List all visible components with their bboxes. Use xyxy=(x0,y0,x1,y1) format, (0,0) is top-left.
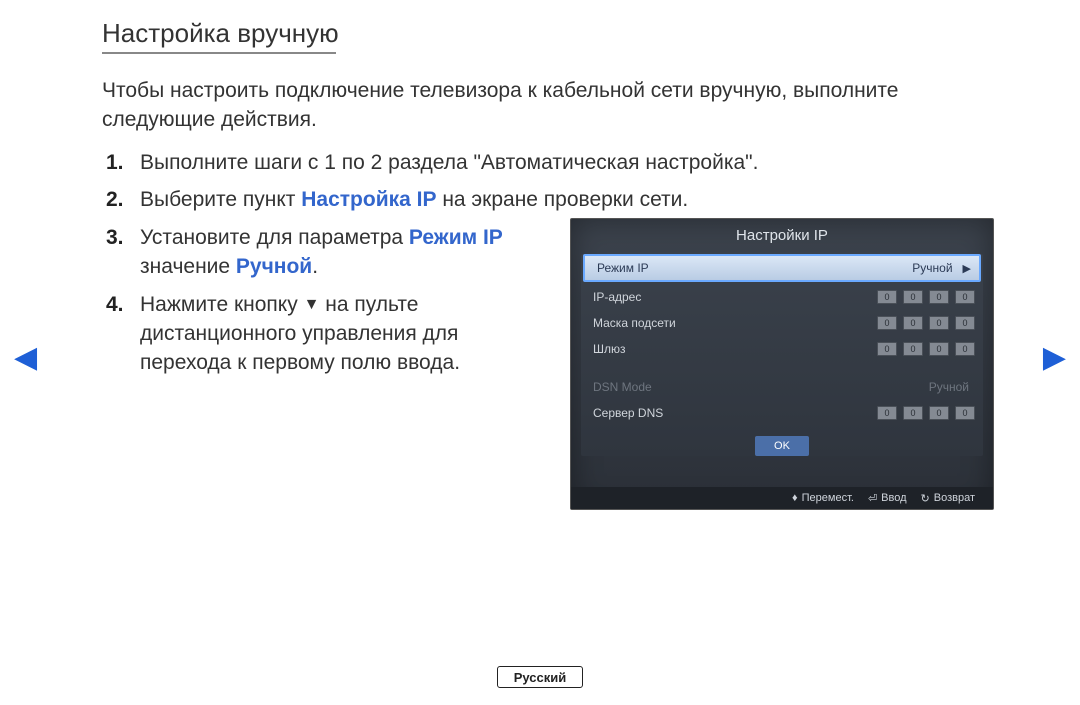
dialog-title: Настройки IP xyxy=(571,219,993,250)
page-title: Настройка вручную xyxy=(102,18,339,55)
dns-fields[interactable]: 0 0 0 0 xyxy=(877,406,975,420)
intro-paragraph: Чтобы настроить подключение телевизора к… xyxy=(102,76,922,135)
step-3-hl1: Режим IP xyxy=(409,226,503,249)
footer-move-text: Перемест. xyxy=(802,492,854,504)
dialog-footer: ♦ Перемест. ⏎ Ввод ↻ Возврат xyxy=(571,487,993,509)
title-underline xyxy=(102,52,336,54)
ip-mode-label: Режим IP xyxy=(597,261,899,275)
mask-b[interactable]: 0 xyxy=(903,316,923,330)
gateway-label: Шлюз xyxy=(593,342,877,356)
enter-icon: ⏎ xyxy=(868,492,877,505)
ip-c[interactable]: 0 xyxy=(929,290,949,304)
step-3-mid: значение xyxy=(140,255,236,278)
ip-a[interactable]: 0 xyxy=(877,290,897,304)
step-3-text: Установите для параметра Режим IP значен… xyxy=(140,223,510,282)
mask-fields[interactable]: 0 0 0 0 xyxy=(877,316,975,330)
footer-move: ♦ Перемест. xyxy=(792,492,854,504)
step-2-pre: Выберите пункт xyxy=(140,188,301,211)
nav-prev-button[interactable]: ▶ xyxy=(14,340,37,375)
step-1: 1. Выполните шаги с 1 по 2 раздела "Авто… xyxy=(106,148,976,177)
gw-a[interactable]: 0 xyxy=(877,342,897,356)
ip-address-fields[interactable]: 0 0 0 0 xyxy=(877,290,975,304)
ok-button[interactable]: OK xyxy=(755,436,809,456)
step-2-post: на экране проверки сети. xyxy=(436,188,688,211)
chevron-right-icon: ▶ xyxy=(963,262,971,275)
step-2-number: 2. xyxy=(106,185,126,214)
gw-d[interactable]: 0 xyxy=(955,342,975,356)
dns-b[interactable]: 0 xyxy=(903,406,923,420)
row-gateway: Шлюз 0 0 0 0 xyxy=(581,336,983,362)
ip-settings-dialog: Настройки IP Режим IP Ручной ▶ IP-адрес … xyxy=(570,218,994,510)
footer-return-text: Возврат xyxy=(934,492,975,504)
row-subnet-mask: Маска подсети 0 0 0 0 xyxy=(581,310,983,336)
gateway-fields[interactable]: 0 0 0 0 xyxy=(877,342,975,356)
language-pill[interactable]: Русский xyxy=(497,666,583,688)
footer-return: ↻ Возврат xyxy=(921,492,975,505)
dns-c[interactable]: 0 xyxy=(929,406,949,420)
step-1-number: 1. xyxy=(106,148,126,177)
dns-a[interactable]: 0 xyxy=(877,406,897,420)
dialog-panel: Режим IP Ручной ▶ IP-адрес 0 0 0 0 Маска… xyxy=(581,254,983,456)
return-icon: ↻ xyxy=(921,492,930,505)
gw-c[interactable]: 0 xyxy=(929,342,949,356)
footer-enter: ⏎ Ввод xyxy=(868,492,907,505)
step-2-text: Выберите пункт Настройка IP на экране пр… xyxy=(140,185,976,214)
ip-d[interactable]: 0 xyxy=(955,290,975,304)
step-3-number: 3. xyxy=(106,223,126,282)
dns-d[interactable]: 0 xyxy=(955,406,975,420)
step-3-hl2: Ручной xyxy=(236,255,312,278)
dsn-mode-label: DSN Mode xyxy=(593,380,915,394)
row-dns-server: Сервер DNS 0 0 0 0 xyxy=(581,400,983,426)
gw-b[interactable]: 0 xyxy=(903,342,923,356)
step-2-highlight: Настройка IP xyxy=(301,188,436,211)
step-4-pre: Нажмите кнопку xyxy=(140,293,304,316)
ip-address-label: IP-адрес xyxy=(593,290,877,304)
step-4-text: Нажмите кнопку ▼ на пульте дистанционног… xyxy=(140,290,510,378)
step-2: 2. Выберите пункт Настройка IP на экране… xyxy=(106,185,976,214)
mask-d[interactable]: 0 xyxy=(955,316,975,330)
updown-icon: ♦ xyxy=(792,492,798,504)
down-triangle-icon: ▼ xyxy=(304,294,320,316)
dsn-mode-value: Ручной xyxy=(915,380,975,394)
row-ip-mode[interactable]: Режим IP Ручной ▶ xyxy=(583,254,981,282)
step-4-number: 4. xyxy=(106,290,126,378)
step-3-post: . xyxy=(312,255,318,278)
row-dsn-mode: DSN Mode Ручной xyxy=(581,374,983,400)
row-ip-address: IP-адрес 0 0 0 0 xyxy=(581,284,983,310)
ip-b[interactable]: 0 xyxy=(903,290,923,304)
step-1-text: Выполните шаги с 1 по 2 раздела "Автомат… xyxy=(140,148,976,177)
footer-enter-text: Ввод xyxy=(881,492,906,504)
mask-a[interactable]: 0 xyxy=(877,316,897,330)
step-3-pre: Установите для параметра xyxy=(140,226,409,249)
mask-label: Маска подсети xyxy=(593,316,877,330)
ip-mode-value: Ручной xyxy=(899,261,959,275)
mask-c[interactable]: 0 xyxy=(929,316,949,330)
nav-next-button[interactable]: ▶ xyxy=(1043,340,1066,375)
dns-label: Сервер DNS xyxy=(593,406,877,420)
